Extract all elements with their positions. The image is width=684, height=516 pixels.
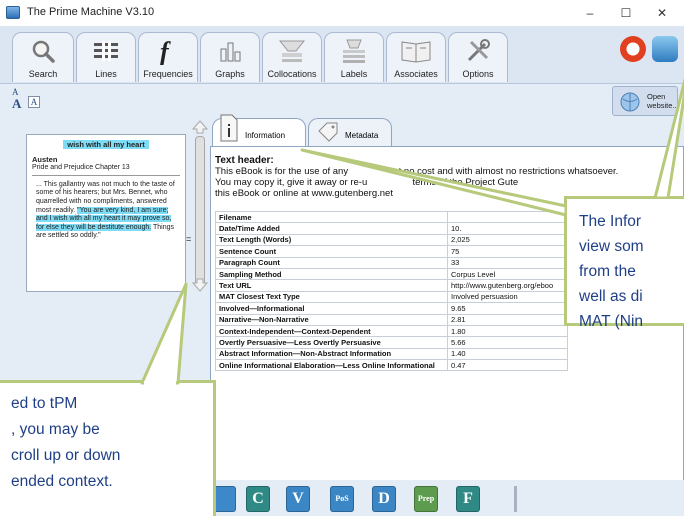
callout-pointers [140,77,684,387]
app-window: The Prime Machine V3.10 – ☐ ✕ Search Lin… [0,0,684,516]
